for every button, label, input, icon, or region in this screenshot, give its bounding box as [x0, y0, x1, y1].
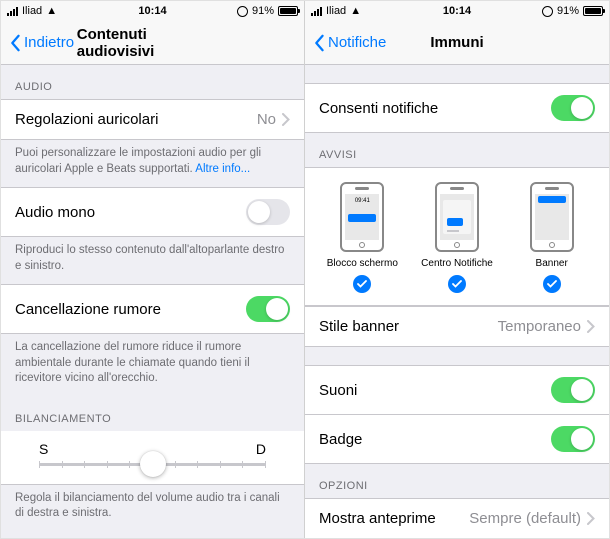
alert-check-icon[interactable] [448, 275, 466, 293]
cell-label: Consenti notifiche [319, 100, 551, 117]
section-header-audio: AUDIO [1, 65, 304, 99]
alert-type-banner[interactable]: Banner [504, 182, 599, 293]
page-title: Immuni [430, 34, 483, 51]
status-bar: Iliad ▲ 10:14 91% [1, 1, 304, 21]
cell-label: Badge [319, 431, 551, 448]
cell-label: Suoni [319, 382, 551, 399]
mono-audio-toggle[interactable] [246, 199, 290, 225]
cell-label: Cancellazione rumore [15, 301, 246, 318]
balance-footer: Regola il bilanciamento del volume audio… [1, 485, 304, 532]
show-previews-row[interactable]: Mostra anteprime Sempre (default) [305, 498, 609, 538]
section-header-visual: EFFETTI VISIVI [1, 532, 304, 538]
signal-icon [7, 6, 18, 16]
cell-value: Sempre (default) [469, 510, 581, 527]
noise-footer: La cancellazione del rumore riduce il ru… [1, 334, 304, 397]
balance-right-label: D [256, 441, 266, 457]
alarm-icon [237, 6, 248, 17]
section-header-options: OPZIONI [305, 464, 609, 498]
back-button[interactable]: Indietro [9, 34, 74, 52]
cell-label: Mostra anteprime [319, 510, 469, 527]
alarm-icon [542, 6, 553, 17]
alert-check-icon[interactable] [543, 275, 561, 293]
phone-center-icon [435, 182, 479, 252]
balance-slider-row: S D [1, 431, 304, 485]
sounds-toggle[interactable] [551, 377, 595, 403]
chevron-right-icon [587, 512, 595, 525]
alert-label: Banner [504, 258, 599, 269]
cell-label: Audio mono [15, 204, 246, 221]
cell-label: Stile banner [319, 318, 498, 335]
badge-row: Badge [305, 415, 609, 464]
back-button[interactable]: Notifiche [313, 34, 386, 52]
nav-bar: Notifiche Immuni [305, 21, 609, 65]
sounds-row: Suoni [305, 365, 609, 415]
slider-thumb[interactable] [140, 451, 166, 477]
page-title: Contenuti audiovisivi [77, 26, 229, 60]
alert-check-icon[interactable] [353, 275, 371, 293]
alert-label: Blocco schermo [315, 258, 410, 269]
badge-toggle[interactable] [551, 426, 595, 452]
cell-value: Temporaneo [498, 318, 581, 335]
mono-audio-row: Audio mono [1, 187, 304, 237]
phone-banner-icon [530, 182, 574, 252]
battery-icon [583, 6, 603, 16]
chevron-left-icon [9, 34, 21, 52]
hearing-adjustments-row[interactable]: Regolazioni auricolari No [1, 99, 304, 140]
balance-left-label: S [39, 441, 48, 457]
wifi-icon: ▲ [350, 5, 361, 17]
battery-icon [278, 6, 298, 16]
notifications-immuni-pane: Iliad ▲ 10:14 91% Notifiche Immuni [305, 1, 609, 538]
battery-percent: 91% [252, 5, 274, 17]
back-label: Indietro [24, 34, 74, 51]
status-time: 10:14 [138, 5, 166, 17]
nav-bar: Indietro Contenuti audiovisivi [1, 21, 304, 65]
battery-percent: 91% [557, 5, 579, 17]
noise-cancellation-row: Cancellazione rumore [1, 284, 304, 334]
chevron-right-icon [587, 320, 595, 333]
noise-cancellation-toggle[interactable] [246, 296, 290, 322]
back-label: Notifiche [328, 34, 386, 51]
cell-value: No [257, 111, 276, 128]
banner-style-row[interactable]: Stile banner Temporaneo [305, 306, 609, 347]
mono-footer: Riproduci lo stesso contenuto dall'altop… [1, 237, 304, 284]
allow-notifications-toggle[interactable] [551, 95, 595, 121]
alert-label: Centro Notifiche [410, 258, 505, 269]
chevron-right-icon [282, 113, 290, 126]
balance-slider[interactable] [39, 463, 266, 466]
phone-lockscreen-icon: 09:41 [340, 182, 384, 252]
alert-type-lockscreen[interactable]: 09:41 Blocco schermo [315, 182, 410, 293]
alert-types-row: 09:41 Blocco schermo [305, 167, 609, 306]
wifi-icon: ▲ [46, 5, 57, 17]
section-header-balance: BILANCIAMENTO [1, 397, 304, 431]
chevron-left-icon [313, 34, 325, 52]
hearing-footer: Puoi personalizzare le impostazioni audi… [1, 140, 304, 187]
signal-icon [311, 6, 322, 16]
allow-notifications-row: Consenti notifiche [305, 83, 609, 133]
carrier-label: Iliad [326, 5, 346, 17]
carrier-label: Iliad [22, 5, 42, 17]
more-info-link[interactable]: Altre info... [195, 163, 250, 175]
alert-type-notification-center[interactable]: Centro Notifiche [410, 182, 505, 293]
settings-audiovisual-pane: Iliad ▲ 10:14 91% Indietro Contenuti aud… [1, 1, 305, 538]
status-bar: Iliad ▲ 10:14 91% [305, 1, 609, 21]
cell-label: Regolazioni auricolari [15, 111, 257, 128]
section-header-alerts: AVVISI [305, 133, 609, 167]
status-time: 10:14 [443, 5, 471, 17]
